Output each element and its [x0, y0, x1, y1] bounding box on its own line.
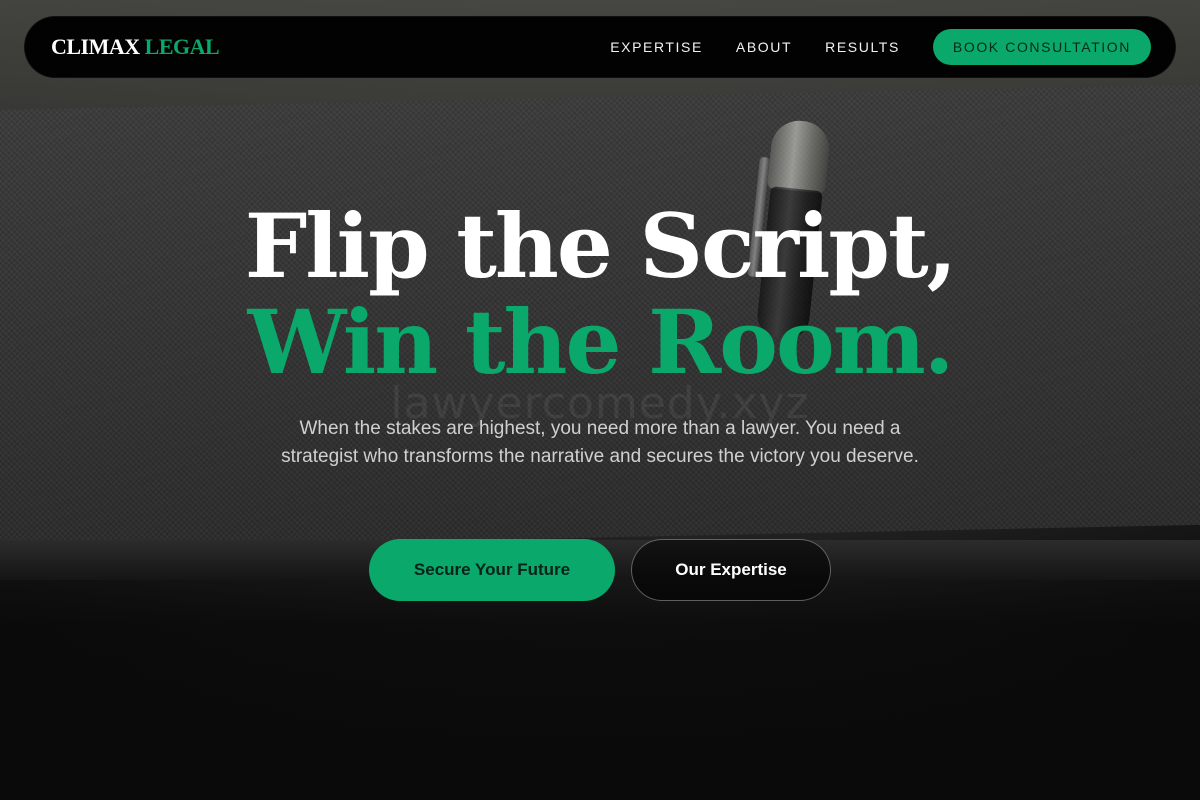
brand-name-accent: LEGAL: [144, 34, 220, 59]
hero-subheadline: When the stakes are highest, you need mo…: [281, 418, 919, 467]
pen-cap: [766, 118, 832, 194]
hero-headline-line2: Win the Room.: [247, 290, 955, 394]
nav-link-results[interactable]: RESULTS: [825, 39, 900, 55]
nav-link-expertise[interactable]: EXPERTISE: [610, 39, 703, 55]
secure-your-future-button[interactable]: Secure Your Future: [369, 539, 615, 601]
brand-logo[interactable]: CLIMAX LEGAL: [51, 34, 220, 60]
book-consultation-button[interactable]: BOOK CONSULTATION: [932, 29, 1151, 65]
nav-link-about[interactable]: ABOUT: [736, 39, 792, 55]
hero-headline-line1: Flip the Script,: [244, 194, 958, 298]
our-expertise-button[interactable]: Our Expertise: [631, 539, 831, 601]
brand-name-primary: CLIMAX: [51, 34, 140, 59]
top-navbar: CLIMAX LEGAL EXPERTISE ABOUT RESULTS BOOK…: [24, 16, 1176, 78]
hero-section: Flip the Script, Win the Room.: [0, 198, 1200, 390]
nav-links: EXPERTISE ABOUT RESULTS BOOK CONSULTATIO…: [610, 29, 1151, 65]
